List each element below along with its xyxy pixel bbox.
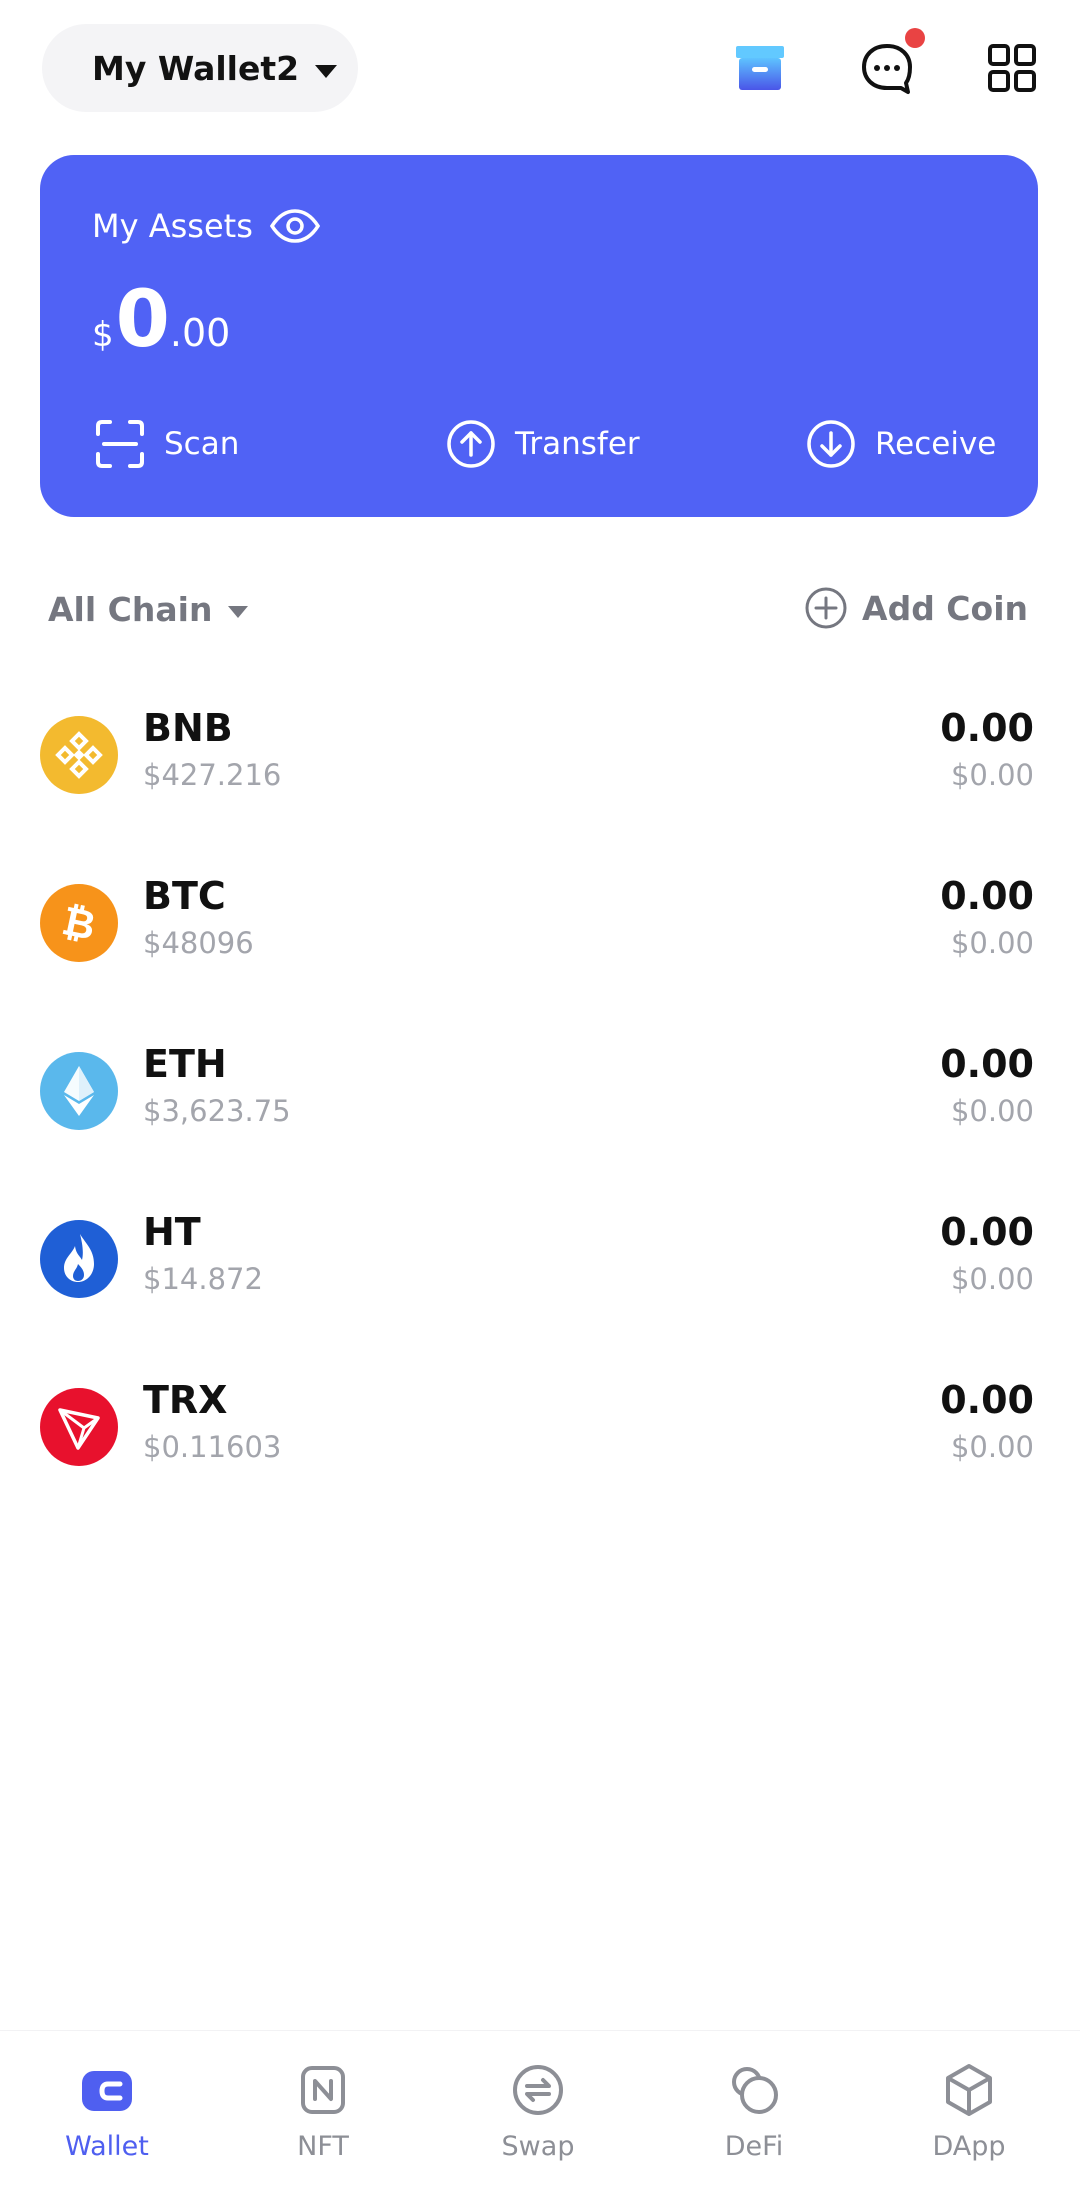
- nav-swap-label: Swap: [501, 2131, 575, 2162]
- add-coin-label: Add Coin: [862, 588, 1028, 628]
- swap-icon: [513, 2065, 563, 2115]
- coin-row-eth[interactable]: ETH $3,623.75 0.00 $0.00: [0, 1026, 1080, 1194]
- nav-defi[interactable]: DeFi: [674, 2061, 834, 2162]
- coin-amount: 0.00: [940, 1378, 1034, 1422]
- wallet-selector[interactable]: My Wallet2: [42, 24, 358, 112]
- bnb-logo-icon: [40, 716, 118, 794]
- coin-value: $0.00: [950, 758, 1034, 792]
- caret-down-icon: [228, 605, 249, 618]
- coin-price: $3,623.75: [143, 1094, 291, 1128]
- scan-label: Scan: [164, 426, 240, 462]
- scan-button[interactable]: Scan: [94, 417, 239, 471]
- plus-circle-icon: [805, 587, 847, 629]
- coin-symbol: HT: [143, 1210, 201, 1254]
- coin-value: $0.00: [950, 926, 1034, 960]
- nav-wallet[interactable]: Wallet: [27, 2061, 187, 2162]
- nav-dapp[interactable]: DApp: [889, 2061, 1049, 2162]
- assets-header: My Assets: [92, 207, 321, 245]
- coin-value: $0.00: [950, 1094, 1034, 1128]
- grid-menu-icon: [988, 44, 1036, 92]
- caret-down-icon: [315, 64, 338, 78]
- receive-button[interactable]: Receive: [805, 417, 996, 471]
- chain-label: All Chain: [48, 590, 213, 629]
- transfer-label: Transfer: [515, 426, 640, 462]
- coin-price: $0.11603: [143, 1430, 282, 1464]
- chain-selector[interactable]: All Chain: [48, 590, 249, 629]
- coin-value: $0.00: [950, 1430, 1034, 1464]
- coin-price: $427.216: [143, 758, 282, 792]
- menu-grid-button[interactable]: [982, 38, 1042, 98]
- wallet-icon: [82, 2071, 132, 2111]
- ht-logo-icon: [40, 1220, 118, 1298]
- archive-button[interactable]: [730, 38, 790, 98]
- notification-dot: [905, 28, 925, 48]
- coin-symbol: BTC: [143, 874, 226, 918]
- coin-price: $48096: [143, 926, 254, 960]
- nft-icon: [301, 2066, 345, 2114]
- nav-dapp-label: DApp: [932, 2131, 1006, 2162]
- currency-symbol: $: [92, 315, 114, 355]
- coin-price: $14.872: [143, 1262, 263, 1296]
- balance-integer: 0: [115, 275, 170, 365]
- dapp-cube-icon: [946, 2064, 992, 2116]
- coin-amount: 0.00: [940, 706, 1034, 750]
- coin-amount: 0.00: [940, 1210, 1034, 1254]
- chat-bubble-icon: [862, 44, 912, 94]
- add-coin-button[interactable]: Add Coin: [804, 586, 1028, 630]
- coin-value: $0.00: [950, 1262, 1034, 1296]
- coin-amount: 0.00: [940, 874, 1034, 918]
- nav-nft-label: NFT: [297, 2131, 349, 2162]
- btc-logo-icon: ₿: [40, 884, 118, 962]
- coin-row-bnb[interactable]: BNB $427.216 0.00 $0.00: [0, 690, 1080, 858]
- scan-icon: [96, 420, 144, 468]
- arrow-down-circle-icon: [807, 420, 855, 468]
- coin-amount: 0.00: [940, 1042, 1034, 1086]
- transfer-button[interactable]: Transfer: [445, 417, 640, 471]
- balance-decimal: .00: [169, 311, 231, 355]
- nav-wallet-label: Wallet: [65, 2131, 149, 2162]
- top-bar: My Wallet2: [0, 0, 1080, 140]
- assets-title: My Assets: [92, 207, 253, 245]
- eth-logo-icon: [40, 1052, 118, 1130]
- coin-symbol: BNB: [143, 706, 233, 750]
- coin-row-trx[interactable]: TRX $0.11603 0.00 $0.00: [0, 1362, 1080, 1530]
- archive-box-icon: [736, 46, 784, 90]
- coin-row-btc[interactable]: ₿ BTC $48096 0.00 $0.00: [0, 858, 1080, 1026]
- defi-icon: [732, 2067, 778, 2114]
- coin-symbol: TRX: [143, 1378, 228, 1422]
- nav-defi-label: DeFi: [724, 2131, 784, 2162]
- wallet-name: My Wallet2: [92, 48, 300, 88]
- assets-card: My Assets $ 0 .00 Scan Transfer Receive: [40, 155, 1038, 517]
- nav-nft[interactable]: NFT: [243, 2061, 403, 2162]
- trx-logo-icon: [40, 1388, 118, 1466]
- total-balance: $ 0 .00: [92, 275, 230, 365]
- eye-icon[interactable]: [269, 209, 321, 243]
- chain-filter-row: All Chain Add Coin: [48, 582, 1028, 642]
- receive-label: Receive: [875, 426, 997, 462]
- coin-symbol: ETH: [143, 1042, 227, 1086]
- messages-button[interactable]: [857, 28, 925, 98]
- arrow-up-circle-icon: [447, 420, 495, 468]
- bottom-nav: Wallet NFT Swap DeFi DApp: [0, 2030, 1080, 2188]
- coin-row-ht[interactable]: HT $14.872 0.00 $0.00: [0, 1194, 1080, 1362]
- nav-swap[interactable]: Swap: [458, 2061, 618, 2162]
